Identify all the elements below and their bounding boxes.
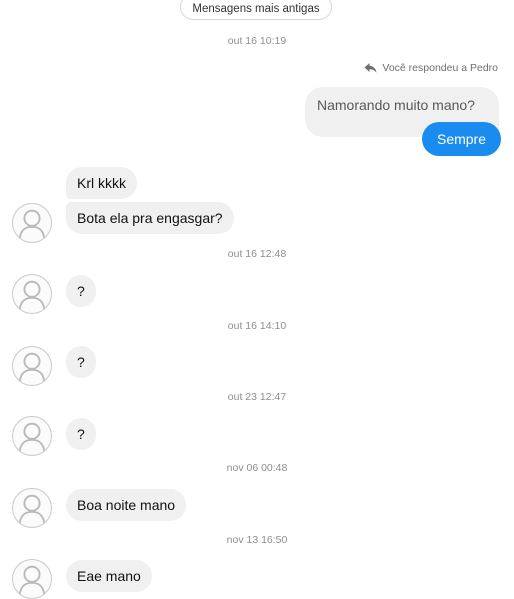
timestamp: out 16 12:48 <box>227 248 287 260</box>
timestamp: out 23 12:47 <box>227 391 287 403</box>
received-message[interactable]: Eae mano <box>66 560 152 592</box>
received-message[interactable]: Krl kkkk <box>66 167 137 199</box>
default-avatar-icon <box>18 565 46 596</box>
timestamp: nov 06 00:48 <box>226 462 288 474</box>
reply-note: Você respondeu a Pedro <box>364 62 498 74</box>
default-avatar-icon <box>18 422 46 453</box>
older-messages-button[interactable]: Mensagens mais antigas <box>180 0 332 20</box>
reply-arrow-icon <box>364 63 377 73</box>
received-message[interactable]: ? <box>66 275 96 307</box>
sent-message[interactable]: Sempre <box>422 122 501 156</box>
timestamp: out 16 10:19 <box>227 35 287 47</box>
timestamp: out 16 14:10 <box>227 320 287 332</box>
contact-avatar[interactable] <box>12 346 52 386</box>
default-avatar-icon <box>18 280 46 311</box>
contact-avatar[interactable] <box>12 488 52 528</box>
contact-avatar[interactable] <box>12 203 52 243</box>
default-avatar-icon <box>18 352 46 383</box>
received-message[interactable]: Boa noite mano <box>66 489 187 521</box>
reply-note-text: Você respondeu a Pedro <box>382 62 498 74</box>
received-message[interactable]: ? <box>66 418 96 450</box>
contact-avatar[interactable] <box>12 274 52 314</box>
contact-avatar[interactable] <box>12 559 52 599</box>
contact-avatar[interactable] <box>12 416 52 456</box>
received-message[interactable]: Bota ela pra engasgar? <box>66 202 234 234</box>
default-avatar-icon <box>18 494 46 525</box>
default-avatar-icon <box>18 209 46 240</box>
timestamp: nov 13 16:50 <box>226 534 288 546</box>
received-message[interactable]: ? <box>66 346 96 378</box>
